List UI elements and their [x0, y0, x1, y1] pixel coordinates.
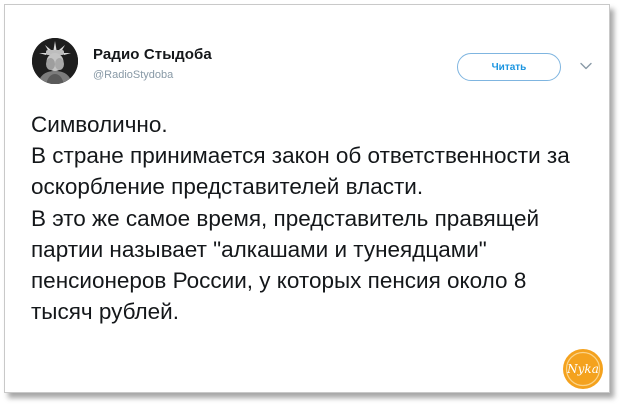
tweet-card: Радио Стыдоба @RadioStydoba Читать Симво… [4, 4, 610, 393]
user-handle[interactable]: @RadioStydoba [93, 69, 173, 81]
tweet-text: Символично. В стране принимается закон о… [31, 112, 570, 325]
follow-button[interactable]: Читать [457, 53, 561, 81]
display-name[interactable]: Радио Стыдоба [93, 46, 212, 63]
nyka-logo-icon: Nyka [563, 349, 603, 389]
chevron-down-icon[interactable] [579, 59, 593, 73]
statue-of-liberty-icon [32, 38, 78, 84]
watermark-text: Nyka [566, 362, 599, 376]
avatar[interactable] [32, 38, 78, 84]
